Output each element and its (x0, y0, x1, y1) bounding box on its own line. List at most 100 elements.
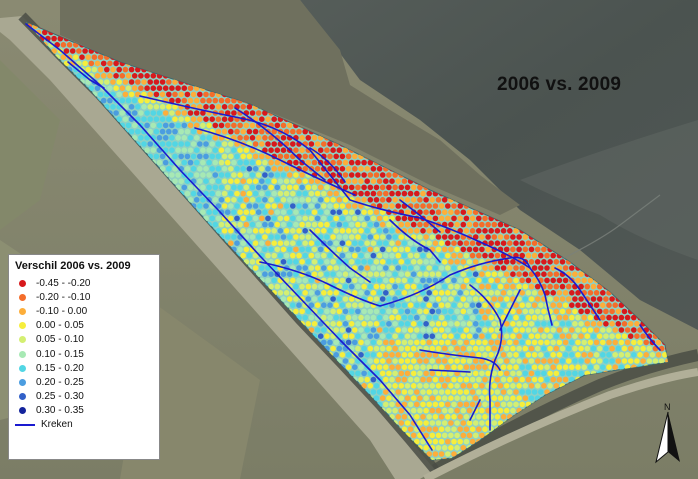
measurement-dot (113, 85, 119, 91)
measurement-dot (237, 135, 243, 141)
measurement-dot (125, 73, 132, 79)
measurement-dot (333, 302, 340, 309)
measurement-dot (420, 203, 426, 209)
measurement-dot (299, 221, 305, 228)
measurement-dot (172, 116, 178, 122)
measurement-dot (379, 246, 386, 253)
measurement-dot (293, 147, 299, 153)
measurement-dot (271, 141, 278, 147)
measurement-dot (228, 104, 234, 110)
measurement-dot (333, 240, 340, 246)
measurement-dot (181, 184, 188, 191)
measurement-dot (184, 153, 191, 160)
measurement-dot (414, 277, 420, 284)
measurement-dot (482, 302, 488, 309)
measurement-dot (503, 246, 510, 253)
measurement-dot (534, 246, 541, 253)
measurement-dot (348, 172, 355, 178)
measurement-dot (401, 265, 408, 271)
measurement-dot (522, 296, 529, 302)
measurement-dot (345, 166, 352, 172)
measurement-dot (454, 221, 460, 228)
measurement-dot (556, 302, 563, 309)
measurement-dot (200, 197, 206, 203)
map-view[interactable]: 2006 vs. 2009 Verschil 2006 vs. 2009 -0.… (0, 0, 698, 479)
measurement-dot (237, 159, 243, 166)
measurement-dot (237, 197, 243, 203)
measurement-dot (581, 277, 587, 284)
measurement-dot (162, 85, 169, 91)
measurement-dot (305, 246, 312, 253)
measurement-dot (138, 135, 144, 141)
measurement-dot (246, 166, 253, 172)
measurement-dot (215, 215, 222, 222)
measurement-dot (364, 178, 371, 184)
measurement-dot (234, 178, 240, 184)
measurement-dot (352, 166, 358, 172)
measurement-dot (203, 203, 209, 209)
measurement-dot (336, 234, 343, 240)
measurement-dot (286, 221, 293, 228)
measurement-dot (342, 283, 349, 290)
measurement-dot (321, 265, 327, 271)
measurement-dot (355, 246, 361, 253)
measurement-dot (265, 116, 271, 122)
measurement-dot (451, 215, 457, 222)
measurement-dot (441, 209, 448, 215)
measurement-dot (429, 209, 436, 215)
measurement-dot (348, 283, 355, 290)
measurement-dot (237, 221, 243, 228)
measurement-dot (410, 246, 417, 253)
measurement-dot (370, 240, 377, 246)
measurement-dot (290, 215, 296, 222)
measurement-dot (277, 252, 284, 259)
measurement-dot (395, 178, 402, 184)
measurement-dot (423, 234, 429, 240)
measurement-dot (438, 203, 445, 209)
measurement-dot (339, 215, 346, 222)
measurement-dot (212, 172, 219, 178)
measurement-dot (212, 221, 219, 228)
measurement-dot (593, 290, 600, 296)
measurement-dot (420, 228, 426, 234)
measurement-dot (200, 172, 206, 178)
measurement-dot (491, 271, 498, 278)
measurement-dot (265, 240, 271, 246)
measurement-dot (283, 228, 290, 234)
measurement-dot (379, 221, 386, 228)
measurement-dot (159, 141, 166, 147)
measurement-dot (107, 60, 113, 67)
measurement-dot (100, 73, 107, 79)
measurement-dot (147, 104, 153, 110)
measurement-dot (345, 215, 352, 222)
measurement-dot (228, 228, 234, 234)
measurement-dot (348, 259, 355, 265)
measurement-dot (553, 271, 560, 278)
measurement-dot (308, 215, 315, 222)
measurement-dot (414, 228, 420, 234)
measurement-dot (373, 296, 380, 302)
measurement-dot (463, 290, 470, 296)
measurement-dot (209, 190, 215, 197)
measurement-dot (113, 60, 119, 67)
measurement-dot (395, 290, 402, 296)
measurement-dot (503, 259, 510, 265)
measurement-dot (259, 215, 265, 222)
measurement-dot (324, 271, 330, 278)
measurement-dot (342, 159, 349, 166)
measurement-dot (206, 147, 212, 153)
measurement-dot (286, 172, 293, 178)
measurement-dot (482, 277, 488, 284)
measurement-dot (324, 234, 330, 240)
measurement-dot (181, 110, 188, 116)
measurement-dot (417, 221, 423, 228)
measurement-dot (395, 203, 402, 209)
measurement-dot (469, 240, 476, 246)
measurement-dot (305, 221, 312, 228)
measurement-dot (547, 271, 553, 278)
measurement-dot (200, 122, 206, 129)
measurement-dot (395, 277, 402, 284)
measurement-dot (311, 159, 318, 166)
measurement-dot (141, 116, 147, 122)
measurement-dot (389, 290, 395, 296)
